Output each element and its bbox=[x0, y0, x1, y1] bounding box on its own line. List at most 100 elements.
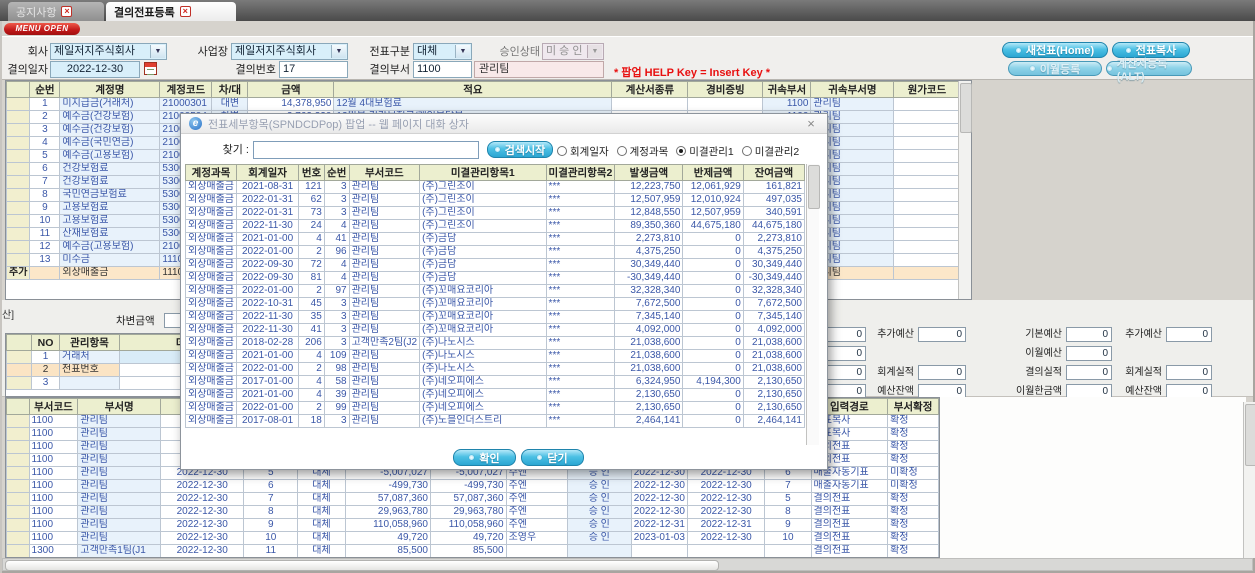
cell bbox=[630, 544, 688, 557]
cell: 8 bbox=[764, 505, 812, 519]
table-row[interactable]: 외상매출금 2022-11-30 35 3 관리팀 (주)꼬매요코리아 *** 7,345,1… bbox=[185, 310, 806, 324]
table-row[interactable]: 외상매출금 2021-01-00 4 41 관리팀 (주)금담 *** 2,273,810 0 2… bbox=[185, 232, 806, 246]
chevron-down-icon[interactable]: ▼ bbox=[150, 45, 165, 58]
table-row[interactable]: 1100 관리팀 2022-12-30 9 대체 110,058,960 110,058,9… bbox=[6, 518, 939, 532]
cell: (주)네오피에스 bbox=[419, 401, 547, 415]
tab-notice[interactable]: 공지사항 × bbox=[8, 2, 104, 21]
budget-input[interactable]: 0 bbox=[1066, 327, 1112, 342]
cell: 관리팀 bbox=[348, 206, 421, 220]
search-input[interactable] bbox=[253, 141, 479, 159]
table-row[interactable]: 외상매출금 2022-10-31 45 3 관리팀 (주)꼬매요코리아 *** 7,672,5… bbox=[185, 297, 806, 311]
table-row[interactable]: 외상매출금 2022-01-31 73 3 관리팀 (주)그린조이 *** 12,848,55… bbox=[185, 206, 806, 220]
column-header: 관리항목 bbox=[59, 334, 120, 351]
new-slip-button[interactable]: 새전표(Home) bbox=[1002, 42, 1108, 58]
budget-input[interactable]: 0 bbox=[918, 365, 966, 380]
cell: (주)금담 bbox=[419, 232, 547, 246]
table-row[interactable]: 외상매출금 2022-11-30 24 4 관리팀 (주)그린조이 *** 89,350,36… bbox=[185, 219, 806, 233]
bottom-pane-scrollbar[interactable] bbox=[1243, 402, 1255, 558]
cell: 결의전표 bbox=[810, 492, 889, 506]
table-row[interactable]: 외상매출금 2022-01-00 2 99 관리팀 (주)네오피에스 *** 2,130,65… bbox=[185, 401, 806, 415]
table-row[interactable]: 외상매출금 2018-02-28 206 3 고객만족2팀(J2 (주)나노시스 *** 21… bbox=[185, 336, 806, 350]
application-window: 공지사항 × 결의전표등록 × MENU OPEN 회사 제일저지주식회사 ▼ 사… bbox=[0, 0, 1255, 573]
table-row[interactable]: 외상매출금 2021-01-00 4 39 관리팀 (주)네오피에스 *** 2,130,65… bbox=[185, 388, 806, 402]
company-select[interactable]: 제일저지주식회사 ▼ bbox=[50, 43, 167, 60]
cell: 대체 bbox=[297, 531, 346, 545]
table-row[interactable]: 외상매출금 2022-01-00 2 96 관리팀 (주)금담 *** 4,375,250 0 4… bbox=[185, 245, 806, 259]
resolution-no-input[interactable]: 17 bbox=[279, 61, 348, 78]
tab-voucher-entry[interactable]: 결의전표등록 × bbox=[106, 2, 236, 21]
horizontal-scrollbar-thumb[interactable] bbox=[5, 560, 719, 571]
cell bbox=[29, 266, 61, 280]
calendar-icon[interactable] bbox=[144, 62, 157, 75]
search-start-button[interactable]: 검색시작 bbox=[487, 141, 553, 158]
budget-input[interactable]: 0 bbox=[1166, 365, 1212, 380]
table-row[interactable]: 외상매출금 2022-01-00 2 97 관리팀 (주)꼬매요코리아 *** 32,328,… bbox=[185, 284, 806, 298]
cell: 96 bbox=[323, 245, 350, 259]
confirm-button[interactable]: 확인 bbox=[453, 449, 516, 466]
dialog-close-button[interactable]: 닫기 bbox=[521, 449, 584, 466]
table-row[interactable]: 외상매출금 2017-01-00 4 58 관리팀 (주)네오피에스 *** 6,324,95… bbox=[185, 375, 806, 389]
cell: 관리팀 bbox=[77, 505, 162, 519]
radio-미결관리1[interactable]: 미결관리1 bbox=[676, 144, 734, 159]
cell: 12,010,924 bbox=[682, 193, 744, 207]
dialog-grid-scrollbar[interactable] bbox=[806, 164, 820, 445]
budget-input[interactable]: 0 bbox=[1166, 327, 1212, 342]
table-row[interactable]: 외상매출금 2022-01-00 2 98 관리팀 (주)나노시스 *** 21,038,60… bbox=[185, 362, 806, 376]
cell: (주)네오피에스 bbox=[419, 375, 547, 389]
chevron-down-icon[interactable]: ▼ bbox=[331, 45, 346, 58]
table-row[interactable]: 외상매출금 2021-08-31 121 3 관리팀 (주)그린조이 *** 12,223,7… bbox=[185, 180, 806, 194]
cell: 건강보험료 bbox=[59, 175, 161, 189]
cell: 2,130,650 bbox=[742, 401, 806, 415]
open-items-grid-container: 계정과목 회계일자 번호 순번 부서코드 미결관리항목1 미결관리항목2 발생금액 반제금액 잔여… bbox=[185, 164, 806, 428]
cell: 7,672,500 bbox=[614, 297, 684, 311]
cell: 97 bbox=[323, 284, 350, 298]
table-row[interactable]: 외상매출금 2022-01-31 62 3 관리팀 (주)그린조이 *** 12,507,95… bbox=[185, 193, 806, 207]
horizontal-scrollbar[interactable] bbox=[2, 558, 1253, 571]
table-row[interactable]: 외상매출금 2022-09-30 81 4 관리팀 (주)금담 *** -30,349,440… bbox=[185, 271, 806, 285]
cell: 2022-12-30 bbox=[160, 531, 245, 545]
site-select[interactable]: 제일저지주식회사 ▼ bbox=[231, 43, 348, 60]
table-row[interactable]: 1100 관리팀 2022-12-30 7 대체 57,087,360 57,087,360… bbox=[6, 492, 939, 506]
tab-close-icon[interactable]: × bbox=[179, 6, 191, 17]
cell: 1100 bbox=[762, 97, 812, 111]
slip-type-label: 전표구분 bbox=[369, 46, 410, 58]
column-header: 계정과목 bbox=[185, 164, 237, 181]
budget-input[interactable]: 0 bbox=[918, 327, 966, 342]
table-row[interactable]: 외상매출금 2017-08-01 18 3 관리팀 (주)노블인더스트리 *** 2,464,… bbox=[185, 414, 806, 428]
dialog-title-bar[interactable]: e 전표세부항목(SPNDCDPop) 팝업 -- 웹 페이지 대화 상자 × bbox=[181, 114, 827, 134]
resolution-date-input[interactable]: 2022-12-30 bbox=[50, 61, 140, 78]
table-row[interactable]: 1100 관리팀 2022-12-30 8 대체 29,963,780 29,963,780… bbox=[6, 505, 939, 519]
table-row[interactable]: 외상매출금 2021-01-00 4 109 관리팀 (주)나노시스 *** 21,038,6… bbox=[185, 349, 806, 363]
cell: 조영우 bbox=[505, 531, 568, 545]
table-row[interactable]: 1300 고객만족1팀(J1 2022-12-30 11 대체 85,500 85,500 결… bbox=[6, 544, 939, 557]
table-row[interactable]: 외상매출금 2022-11-30 41 3 관리팀 (주)꼬매요코리아 *** 4,092,0… bbox=[185, 323, 806, 337]
cell: 관리팀 bbox=[348, 180, 421, 194]
column-header: 순번 bbox=[323, 164, 350, 181]
radio-회계일자[interactable]: 회계일자 bbox=[557, 144, 609, 159]
tab-close-icon[interactable]: × bbox=[61, 6, 73, 17]
close-icon[interactable]: × bbox=[803, 116, 819, 131]
table-row[interactable]: 외상매출금 2022-09-30 72 4 관리팀 (주)금담 *** 30,349,440 0… bbox=[185, 258, 806, 272]
voucher-grid-scrollbar[interactable] bbox=[958, 81, 972, 299]
resolution-dept-code-input[interactable]: 1100 bbox=[413, 61, 472, 78]
budget-input[interactable]: 0 bbox=[1066, 346, 1112, 361]
menu-open-badge[interactable]: MENU OPEN bbox=[4, 23, 80, 35]
cell: 4 bbox=[29, 136, 61, 150]
cell: 58 bbox=[323, 375, 350, 389]
chevron-down-icon[interactable]: ▼ bbox=[455, 45, 470, 58]
cell: 2022-01-31 bbox=[235, 193, 300, 207]
radio-circle-icon bbox=[616, 146, 627, 156]
table-row[interactable]: 1100 관리팀 2022-12-30 10 대체 49,720 49,720 조영우 승 인2… bbox=[6, 531, 939, 545]
radio-미결관리2[interactable]: 미결관리2 bbox=[741, 144, 799, 159]
budget-fields: 0 추가예산 0 기본예산 0 추가예산 0 0 이월예산 0 0 회계실적 0 결의실적 0 회계실적 0 0 예… bbox=[800, 300, 1255, 399]
radio-계정과목[interactable]: 계정과목 bbox=[616, 144, 668, 159]
table-row[interactable]: 1 미지급금(거래처) 21000301 대변 14,378,950 12월 4대보험료 1… bbox=[5, 97, 961, 111]
cell: 관리팀 bbox=[348, 232, 421, 246]
table-row[interactable]: 1100 관리팀 2022-12-30 6 대체 -499,730 -499,730 주엔 승 … bbox=[6, 479, 939, 493]
cell: 관리팀 bbox=[348, 414, 421, 428]
cell bbox=[893, 136, 961, 150]
slip-type-select[interactable]: 대체 ▼ bbox=[413, 43, 472, 60]
budget-input[interactable]: 0 bbox=[1066, 365, 1112, 380]
cell: 21,038,600 bbox=[742, 349, 806, 363]
cell bbox=[5, 149, 31, 163]
